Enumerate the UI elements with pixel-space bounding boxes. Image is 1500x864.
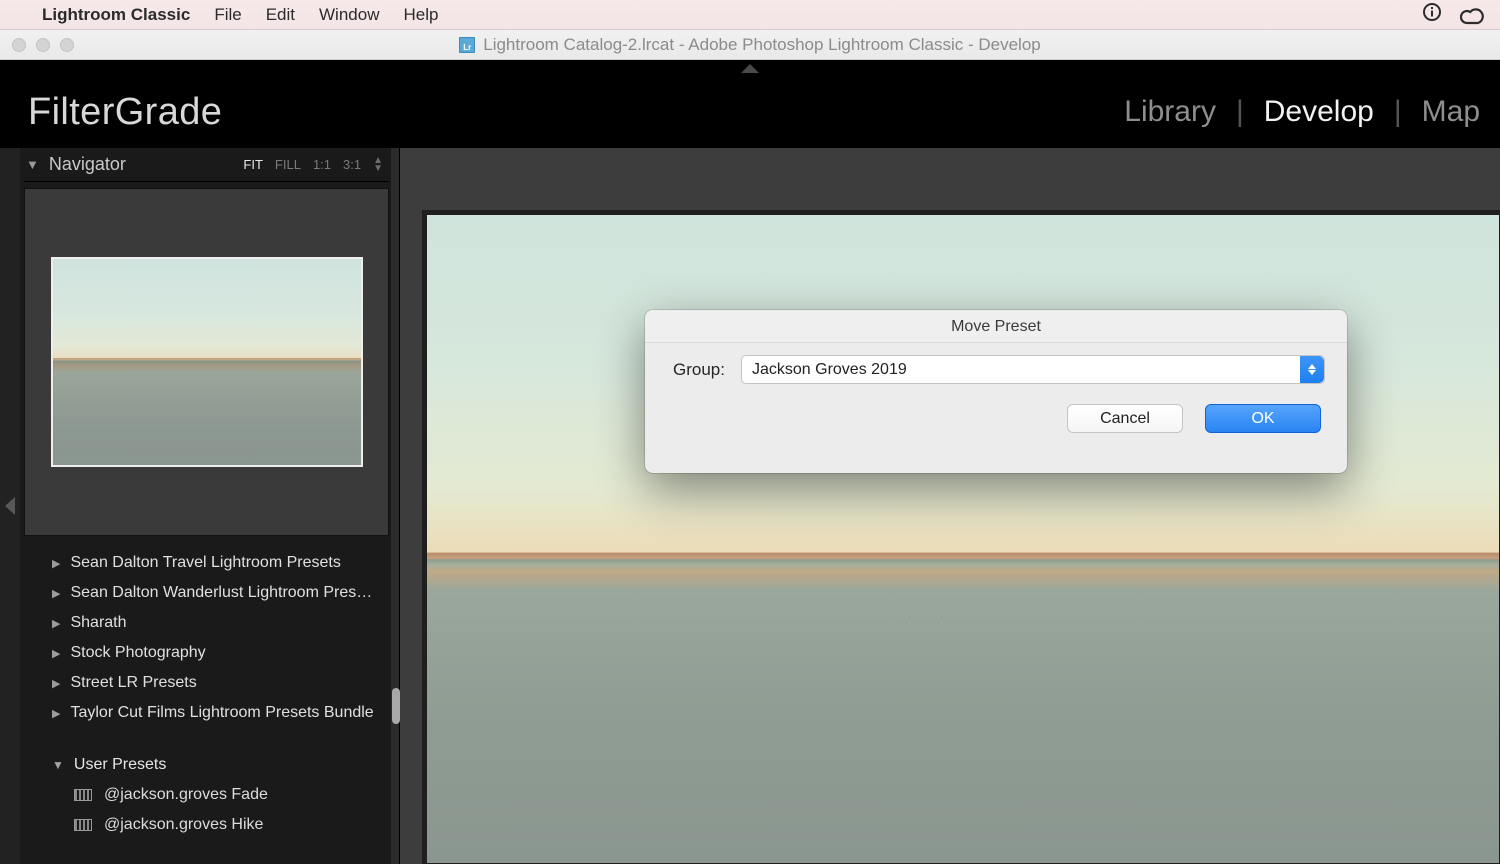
dialog-title: Move Preset xyxy=(645,310,1347,343)
group-select-value: Jackson Groves 2019 xyxy=(742,361,907,379)
info-menu-icon[interactable] xyxy=(1422,2,1442,27)
navigator-title: Navigator xyxy=(49,154,244,175)
disclosure-down-icon: ▼ xyxy=(52,758,64,772)
module-map[interactable]: Map xyxy=(1402,95,1500,129)
dropdown-arrows-icon[interactable] xyxy=(1300,356,1324,383)
preset-item[interactable]: @jackson.groves Fade xyxy=(24,780,389,810)
top-panel-toggle[interactable] xyxy=(0,60,1500,76)
navigator-zoom-picker: FIT FILL 1:1 3:1 ▲▼ xyxy=(243,157,383,173)
move-preset-dialog: Move Preset Group: Jackson Groves 2019 C… xyxy=(645,310,1347,473)
zoom-fill[interactable]: FILL xyxy=(275,157,301,173)
module-picker: Library | Develop | Map xyxy=(1104,95,1500,129)
chevron-right-icon: ▶ xyxy=(52,617,60,630)
preset-item[interactable]: @jackson.groves Hike xyxy=(24,810,389,840)
navigator-panel[interactable] xyxy=(24,188,389,536)
traffic-lights[interactable] xyxy=(12,38,74,52)
preset-folder[interactable]: ▶Taylor Cut Films Lightroom Presets Bund… xyxy=(24,698,389,728)
left-scrollbar[interactable] xyxy=(391,148,399,864)
group-label: Group: xyxy=(673,360,725,380)
minimize-window-button[interactable] xyxy=(36,38,50,52)
left-panel-toggle[interactable] xyxy=(0,148,20,864)
main-image[interactable] xyxy=(422,210,1500,864)
zoom-1to1[interactable]: 1:1 xyxy=(313,157,331,173)
develop-canvas xyxy=(400,148,1500,864)
creative-cloud-icon[interactable] xyxy=(1460,8,1482,22)
chevron-right-icon: ▶ xyxy=(52,707,60,720)
preset-folder[interactable]: ▶Sharath xyxy=(24,608,389,638)
cancel-button[interactable]: Cancel xyxy=(1067,404,1183,433)
preset-thumb-icon xyxy=(74,819,92,831)
ok-button[interactable]: OK xyxy=(1205,404,1321,433)
menu-help[interactable]: Help xyxy=(403,5,438,25)
lightroom-app: FilterGrade Library | Develop | Map ▼ Na… xyxy=(0,60,1500,864)
presets-panel: ▶Sean Dalton Travel Lightroom Presets ▶S… xyxy=(24,544,389,844)
preset-folder[interactable]: ▶Stock Photography xyxy=(24,638,389,668)
navigator-image xyxy=(53,259,361,465)
zoom-window-button[interactable] xyxy=(60,38,74,52)
identity-plate[interactable]: FilterGrade xyxy=(28,91,222,134)
group-select[interactable]: Jackson Groves 2019 xyxy=(741,355,1325,384)
window-titlebar: Lr Lightroom Catalog-2.lrcat - Adobe Pho… xyxy=(0,30,1500,60)
chevron-up-icon xyxy=(741,64,759,73)
zoom-ratio[interactable]: 3:1 xyxy=(343,157,361,173)
preset-folder-user[interactable]: ▼ User Presets xyxy=(24,750,389,780)
chevron-right-icon: ▶ xyxy=(52,557,60,570)
module-library[interactable]: Library xyxy=(1104,95,1236,129)
zoom-stepper-icon[interactable]: ▲▼ xyxy=(373,157,383,173)
scrollbar-thumb[interactable] xyxy=(392,688,400,724)
window-title: Lr Lightroom Catalog-2.lrcat - Adobe Pho… xyxy=(0,35,1500,55)
navigator-header[interactable]: ▼ Navigator FIT FILL 1:1 3:1 ▲▼ xyxy=(24,148,389,182)
identity-module-bar: FilterGrade Library | Develop | Map xyxy=(0,76,1500,148)
preset-folder[interactable]: ▶Street LR Presets xyxy=(24,668,389,698)
preset-folder[interactable]: ▶Sean Dalton Wanderlust Lightroom Pres… xyxy=(24,578,389,608)
menu-edit[interactable]: Edit xyxy=(266,5,295,25)
macos-menubar: Lightroom Classic File Edit Window Help xyxy=(0,0,1500,30)
navigator-thumbnail[interactable] xyxy=(51,257,363,467)
chevron-right-icon: ▶ xyxy=(52,647,60,660)
disclosure-down-icon: ▼ xyxy=(26,157,39,172)
preset-thumb-icon xyxy=(74,789,92,801)
preset-folder[interactable]: ▶Sean Dalton Travel Lightroom Presets xyxy=(24,548,389,578)
left-panel: ▼ Navigator FIT FILL 1:1 3:1 ▲▼ xyxy=(0,148,400,864)
menu-window[interactable]: Window xyxy=(319,5,379,25)
menu-file[interactable]: File xyxy=(214,5,241,25)
zoom-fit[interactable]: FIT xyxy=(243,157,263,173)
chevron-left-icon xyxy=(5,497,15,515)
catalog-file-icon: Lr xyxy=(459,37,475,53)
chevron-right-icon: ▶ xyxy=(52,677,60,690)
module-develop[interactable]: Develop xyxy=(1244,95,1394,129)
app-menu[interactable]: Lightroom Classic xyxy=(42,5,190,25)
close-window-button[interactable] xyxy=(12,38,26,52)
chevron-right-icon: ▶ xyxy=(52,587,60,600)
